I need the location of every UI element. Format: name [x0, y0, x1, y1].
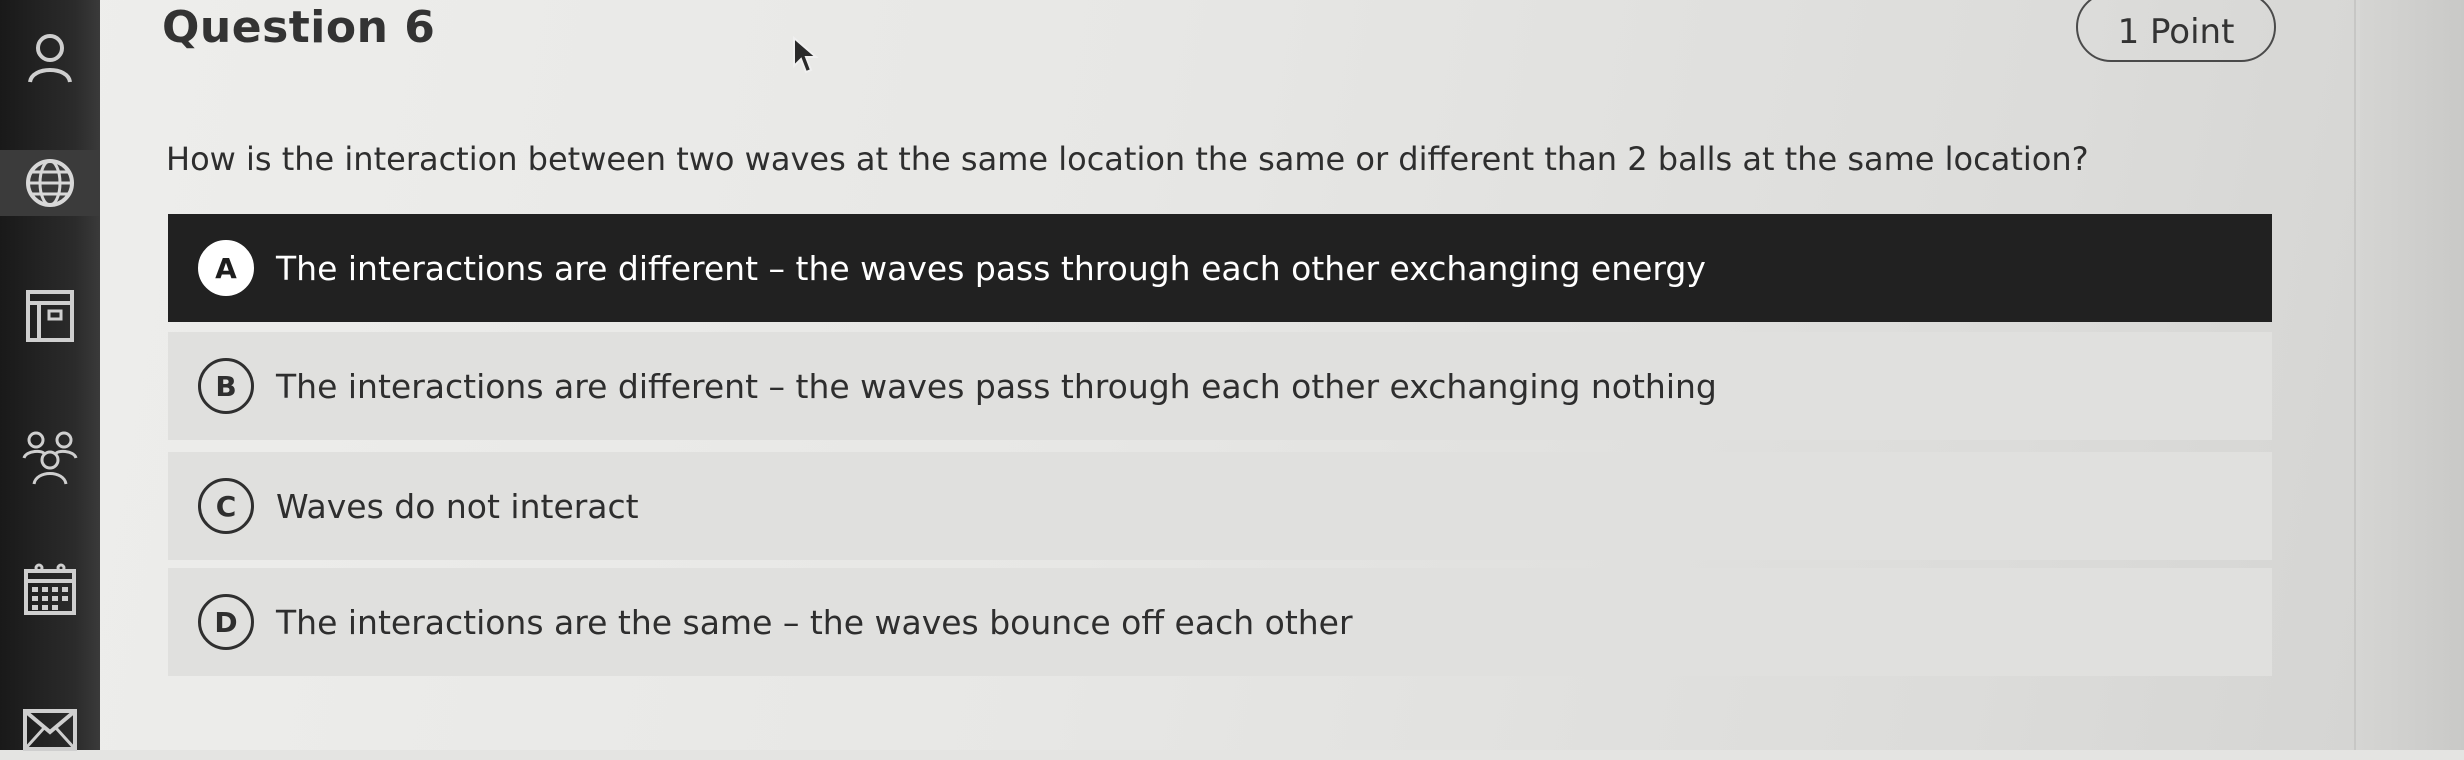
layout-icon: [25, 289, 75, 343]
calendar-icon: [23, 563, 77, 617]
globe-icon: [24, 157, 76, 209]
sidebar-item-layout[interactable]: [20, 286, 80, 346]
sidebar-item-groups[interactable]: [20, 428, 80, 488]
sidebar-item-profile[interactable]: [20, 28, 80, 88]
user-icon: [26, 32, 74, 84]
panel-divider: [2354, 0, 2356, 750]
sidebar-item-mail[interactable]: [20, 700, 80, 760]
option-a[interactable]: A The interactions are different – the w…: [168, 214, 2272, 322]
option-letter: D: [198, 594, 254, 650]
right-panel: [2360, 0, 2464, 750]
option-text: The interactions are different – the wav…: [276, 366, 1717, 406]
option-text: Waves do not interact: [276, 486, 639, 526]
points-badge: 1 Point: [2076, 0, 2276, 62]
option-text: The interactions are different – the wav…: [276, 248, 1706, 288]
mouse-cursor-icon: [792, 35, 822, 80]
option-text: The interactions are the same – the wave…: [276, 602, 1353, 642]
sidebar: [0, 0, 100, 751]
option-d[interactable]: D The interactions are the same – the wa…: [168, 568, 2272, 676]
option-b[interactable]: B The interactions are different – the w…: [168, 332, 2272, 440]
question-text: How is the interaction between two waves…: [166, 140, 2089, 178]
mail-icon: [22, 708, 78, 752]
option-letter: B: [198, 358, 254, 414]
question-title: Question 6: [162, 2, 436, 53]
group-icon: [22, 430, 78, 486]
option-letter: C: [198, 478, 254, 534]
option-c[interactable]: C Waves do not interact: [168, 452, 2272, 560]
sidebar-item-calendar[interactable]: [20, 560, 80, 620]
option-letter: A: [198, 240, 254, 296]
sidebar-item-globe[interactable]: [0, 150, 100, 216]
